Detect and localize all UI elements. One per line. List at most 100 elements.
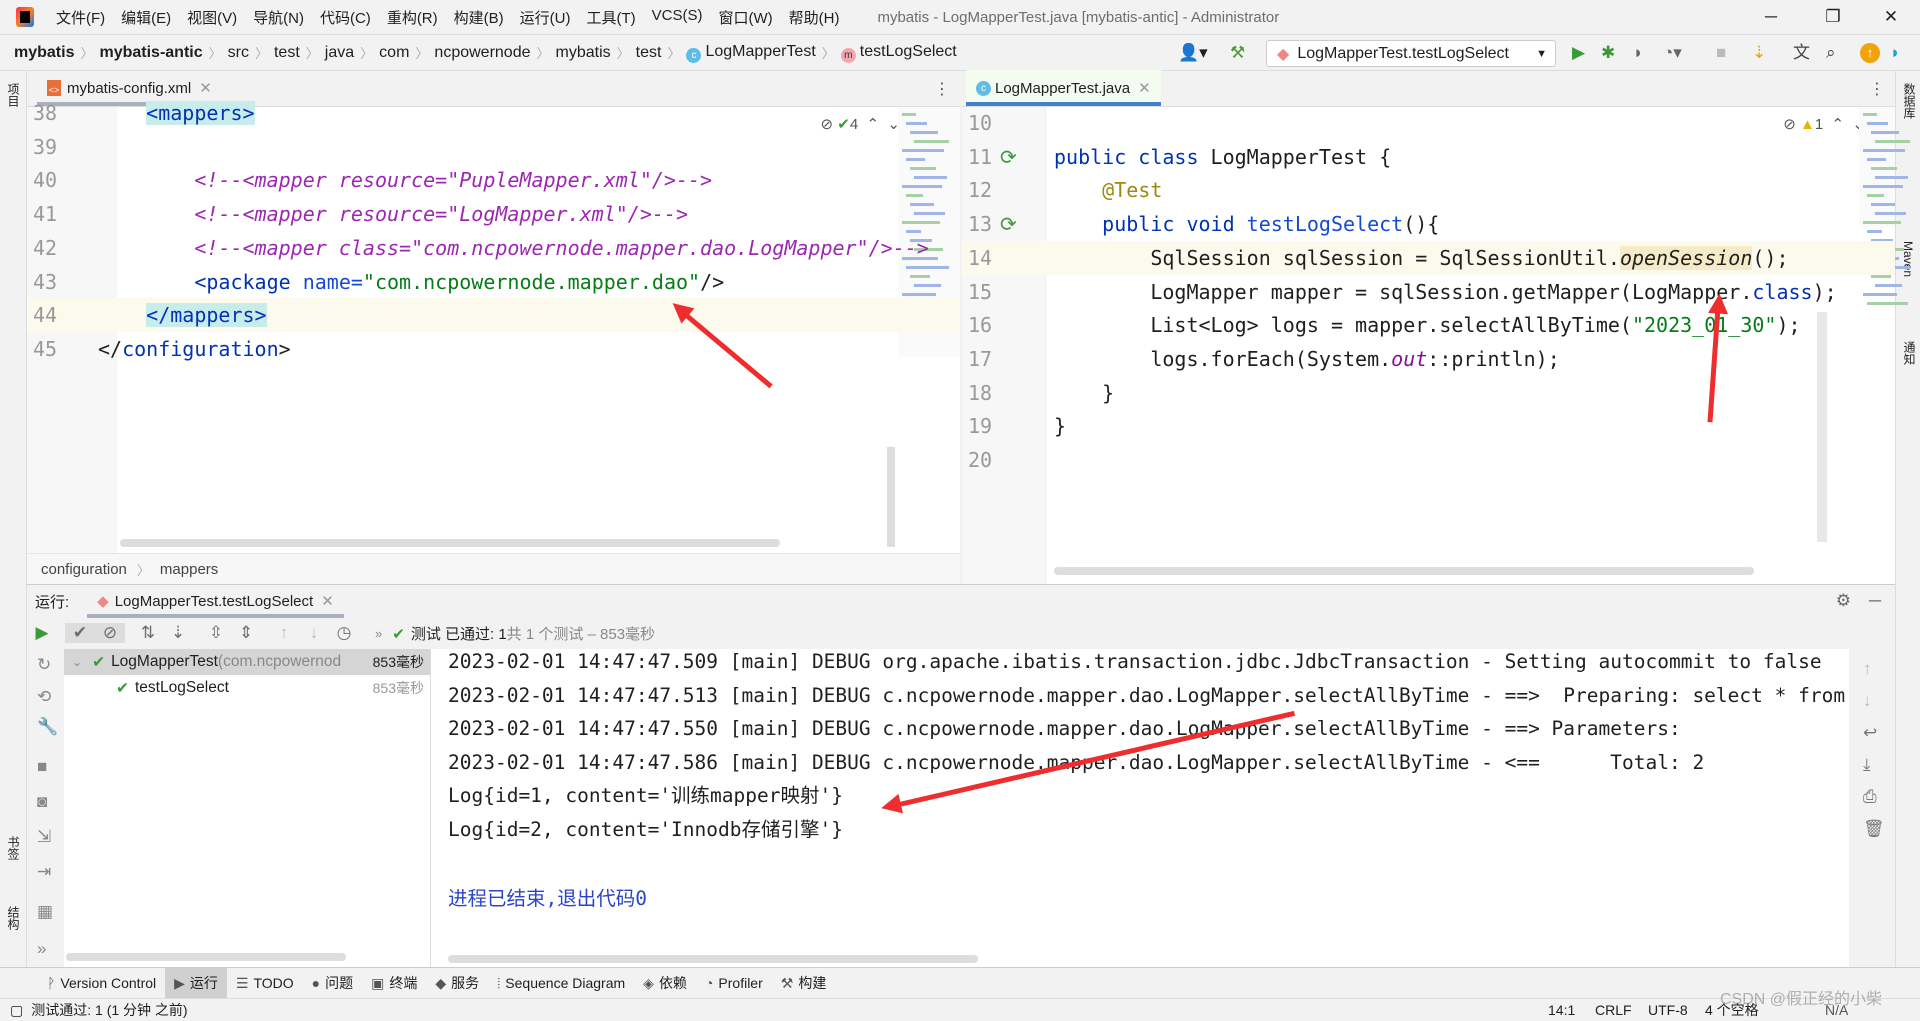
code-line[interactable]: 39 (27, 130, 960, 164)
more-icon[interactable]: » (375, 626, 382, 641)
code-line[interactable]: 42 <!--<mapper class="com.ncpowernode.ma… (27, 231, 960, 265)
panel-toggle-icon[interactable]: ▢ (10, 1002, 23, 1019)
bottom-tab-build[interactable]: ⚒ 构建 (772, 968, 836, 999)
crumb-configuration[interactable]: configuration (41, 561, 127, 578)
structure-tool-button[interactable]: 结构 (5, 906, 22, 930)
history-icon[interactable]: ◷ (329, 623, 359, 643)
horizontal-scrollbar[interactable] (448, 955, 978, 963)
breadcrumb-item[interactable]: mybatis (8, 44, 80, 62)
notifications-tool-button[interactable]: 通知 (1901, 341, 1918, 365)
close-tab-icon[interactable]: ✕ (199, 79, 212, 97)
translate-icon[interactable]: 文 (1793, 43, 1810, 63)
code-line[interactable]: 44 </mappers> (27, 298, 960, 333)
code-line[interactable]: 14 SqlSession sqlSession = SqlSessionUti… (962, 240, 1895, 275)
menu-item[interactable]: 重构(R) (379, 7, 446, 28)
build-hammer-icon[interactable]: ⚒ (1230, 43, 1245, 63)
soft-wrap-icon[interactable]: ↩ (1863, 723, 1877, 743)
code-line[interactable]: 17 logs.forEach(System.out::println); (962, 342, 1895, 376)
code-line[interactable]: 20 (962, 443, 1895, 477)
update-icon[interactable]: ↑ (1860, 43, 1880, 63)
more-icon[interactable]: » (37, 939, 46, 959)
console-output[interactable]: 2023-02-01 14:47:47.509 [main] DEBUG org… (431, 649, 1849, 967)
code-line[interactable]: 43 <package name="com.ncpowernode.mapper… (27, 265, 960, 299)
exit-icon[interactable]: ⇥ (37, 862, 51, 882)
menu-item[interactable]: VCS(S) (644, 7, 711, 28)
breadcrumb-item[interactable]: mybatis (550, 44, 617, 62)
code-line[interactable]: 12 @Test (962, 173, 1895, 207)
wrench-icon[interactable]: 🔧 (37, 717, 58, 737)
horizontal-scrollbar[interactable] (66, 953, 346, 961)
menu-item[interactable]: 代码(C) (312, 7, 379, 28)
status-message[interactable]: 测试通过: 1 (1 分钟 之前) (31, 1000, 187, 1020)
java-editor[interactable]: ⊘ ▲1 ⌃ ⌄ 10 11 ⟳ public class LogMapperTest… (962, 106, 1910, 584)
restore-button[interactable]: ❐ (1804, 0, 1862, 34)
show-passed-icon[interactable]: ✔ (65, 623, 95, 643)
code-line[interactable]: 18 } (962, 376, 1895, 410)
layout-icon[interactable]: ▦ (37, 902, 53, 922)
breadcrumb-item[interactable]: com (373, 44, 415, 62)
code-line[interactable]: 19} (962, 409, 1895, 443)
close-window-button[interactable]: ✕ (1862, 0, 1920, 34)
show-ignored-icon[interactable]: ⊘ (95, 623, 125, 643)
breadcrumb-item[interactable]: test (630, 44, 668, 62)
search-icon[interactable]: ⌕ (1826, 43, 1836, 63)
file-encoding[interactable]: UTF-8 (1648, 1002, 1688, 1018)
menu-item[interactable]: 视图(V) (179, 7, 245, 28)
run-gutter-icon[interactable]: ⟳ (1000, 207, 1017, 241)
breadcrumb-item[interactable]: mybatis-antic (93, 44, 208, 62)
bottom-tab-run[interactable]: ▶ 运行 (165, 967, 227, 999)
vertical-scrollbar[interactable] (887, 447, 895, 547)
menu-item[interactable]: 窗口(W) (710, 7, 780, 28)
bottom-tab-terminal[interactable]: ▣ 终端 (362, 968, 426, 999)
line-separator[interactable]: CRLF (1595, 1002, 1632, 1018)
scroll-to-end-icon[interactable]: ⤓ (1863, 755, 1871, 775)
profile-icon[interactable]: ◔▾ (1663, 43, 1682, 63)
code-line[interactable]: 38 <mappers> (27, 96, 960, 130)
bottom-tab-sequence-diagram[interactable]: ⦙ Sequence Diagram (488, 968, 634, 999)
menu-item[interactable]: 运行(U) (512, 7, 579, 28)
print-icon[interactable]: ⎙ (1863, 787, 1877, 807)
database-tool-button[interactable]: 数据库 (1901, 83, 1918, 119)
close-tab-icon[interactable]: ✕ (1138, 79, 1151, 97)
toggle-auto-test-icon[interactable]: ⟲ (37, 687, 51, 707)
code-line[interactable]: 40 <!--<mapper resource="PupleMapper.xml… (27, 163, 960, 197)
next-icon[interactable]: ↓ (299, 623, 329, 643)
scroll-up-icon[interactable]: ↑ (1863, 659, 1872, 679)
expand-all-icon[interactable]: ⇳ (201, 623, 231, 643)
run-gutter-icon[interactable]: ⟳ (1000, 140, 1017, 174)
bottom-tab-list[interactable]: ☰ TODO (227, 968, 303, 999)
chevron-down-icon[interactable]: ⌄ (72, 655, 82, 669)
run-configuration-select[interactable]: ◆ LogMapperTest.testLogSelect ▼ (1266, 40, 1556, 67)
breadcrumb-item[interactable]: java (319, 44, 360, 62)
hide-panel-icon[interactable]: ─ (1869, 591, 1881, 611)
bookmarks-tool-button[interactable]: 书签 (5, 836, 22, 860)
collapse-all-icon[interactable]: ⇕ (231, 623, 261, 643)
camera-icon[interactable]: ◙ (37, 792, 47, 812)
maven-tool-button[interactable]: Maven (1901, 241, 1915, 277)
bottom-tab-problems[interactable]: ● 问题 (303, 968, 362, 999)
minimize-button[interactable]: ─ (1742, 0, 1800, 34)
clear-trash-icon[interactable]: 🗑 (1863, 819, 1885, 839)
stop-icon[interactable]: ■ (37, 757, 47, 777)
close-tab-icon[interactable]: ✕ (321, 592, 334, 610)
project-tool-button[interactable]: 项目 (5, 83, 22, 107)
caret-position[interactable]: 14:1 (1548, 1002, 1575, 1018)
sort-duration-icon[interactable]: ⇣ (163, 623, 193, 643)
menu-item[interactable]: 帮助(H) (781, 7, 848, 28)
user-icon[interactable]: 👤▾ (1178, 43, 1208, 63)
coverage-icon[interactable]: ◗ (1633, 43, 1643, 63)
tab-run-config[interactable]: ◆ LogMapperTest.testLogSelect ✕ (87, 585, 344, 618)
menu-item[interactable]: 编辑(E) (113, 7, 179, 28)
horizontal-scrollbar[interactable] (1054, 567, 1754, 575)
code-line[interactable]: 10 (962, 106, 1895, 140)
tab-logmappertest-java[interactable]: c LogMapperTest.java ✕ (966, 70, 1161, 106)
code-line[interactable]: 45 </configuration> (27, 332, 960, 366)
settings-gear-icon[interactable]: ⚙ (1836, 591, 1851, 611)
code-line[interactable]: 15 LogMapper mapper = sqlSession.getMapp… (962, 275, 1895, 309)
sort-alpha-icon[interactable]: ⇅ (133, 623, 163, 643)
horizontal-scrollbar[interactable] (120, 539, 780, 547)
bottom-tab-profiler[interactable]: ◔ Profiler (696, 968, 772, 999)
menu-item[interactable]: 文件(F) (48, 7, 113, 28)
bottom-tab-branch[interactable]: ᚹ Version Control (38, 968, 165, 999)
stop-icon[interactable]: ■ (1716, 43, 1726, 63)
